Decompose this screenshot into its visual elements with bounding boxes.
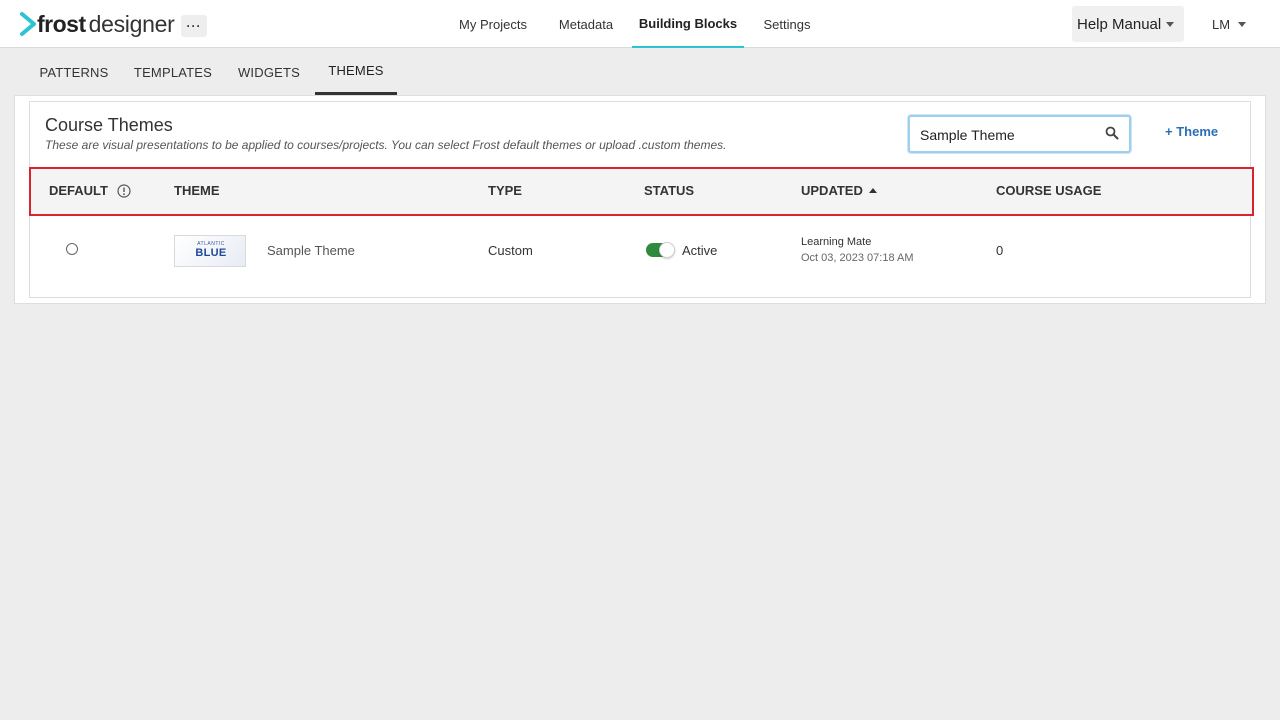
updated-timestamp: Oct 03, 2023 07:18 AM — [801, 252, 914, 264]
help-manual-label: Help Manual — [1077, 15, 1162, 33]
toggle-knob — [659, 242, 675, 258]
column-header-type[interactable]: TYPE — [488, 183, 522, 198]
tab-templates[interactable]: TEMPLATES — [128, 49, 218, 95]
column-header-updated[interactable]: UPDATED — [801, 183, 863, 198]
user-menu[interactable]: LM — [1212, 14, 1247, 34]
top-bar: frost designer ··· My Projects Metadata … — [0, 0, 1280, 48]
nav-building-blocks[interactable]: Building Blocks — [632, 0, 744, 48]
tab-patterns[interactable]: PATTERNS — [34, 49, 114, 95]
column-header-theme[interactable]: THEME — [174, 183, 220, 198]
frost-designer-logo[interactable]: frost designer — [20, 10, 175, 38]
thumbnail-title: BLUE — [195, 247, 227, 259]
chevron-right-icon — [20, 12, 36, 36]
column-header-default: DEFAULT — [49, 183, 108, 198]
nav-metadata[interactable]: Metadata — [550, 0, 622, 48]
search-icon[interactable] — [1105, 126, 1119, 140]
theme-type: Custom — [488, 243, 533, 258]
course-usage-count: 0 — [996, 243, 1004, 258]
user-initials: LM — [1212, 16, 1231, 32]
default-theme-radio[interactable] — [66, 243, 78, 255]
add-theme-button[interactable]: + Theme — [1165, 124, 1218, 139]
column-header-status[interactable]: STATUS — [644, 183, 694, 198]
nav-settings[interactable]: Settings — [756, 0, 818, 48]
updated-by: Learning Mate — [801, 236, 872, 248]
caret-down-icon — [1166, 21, 1175, 27]
more-options-button[interactable]: ··· — [181, 15, 207, 37]
column-header-course-usage[interactable]: COURSE USAGE — [996, 183, 1101, 198]
help-manual-dropdown[interactable]: Help Manual — [1072, 6, 1184, 42]
sort-ascending-icon[interactable] — [869, 188, 877, 193]
caret-down-icon — [1238, 21, 1247, 27]
tab-themes[interactable]: THEMES — [315, 49, 397, 95]
logo-frost-text: frost — [37, 10, 86, 37]
status-label: Active — [682, 243, 718, 258]
info-icon[interactable] — [117, 184, 131, 198]
page-title: Course Themes — [45, 115, 173, 135]
nav-my-projects[interactable]: My Projects — [450, 0, 536, 48]
tab-widgets[interactable]: WIDGETS — [230, 49, 308, 95]
building-blocks-tabs: PATTERNS TEMPLATES WIDGETS THEMES — [0, 49, 1280, 95]
search-input[interactable] — [920, 125, 1095, 145]
search-box[interactable] — [908, 115, 1131, 153]
page-description: These are visual presentations to be app… — [45, 138, 727, 152]
theme-name[interactable]: Sample Theme — [267, 243, 355, 258]
theme-thumbnail: ATLANTIC BLUE — [174, 235, 246, 267]
logo-designer-text: designer — [88, 10, 175, 37]
status-toggle[interactable] — [646, 242, 675, 258]
